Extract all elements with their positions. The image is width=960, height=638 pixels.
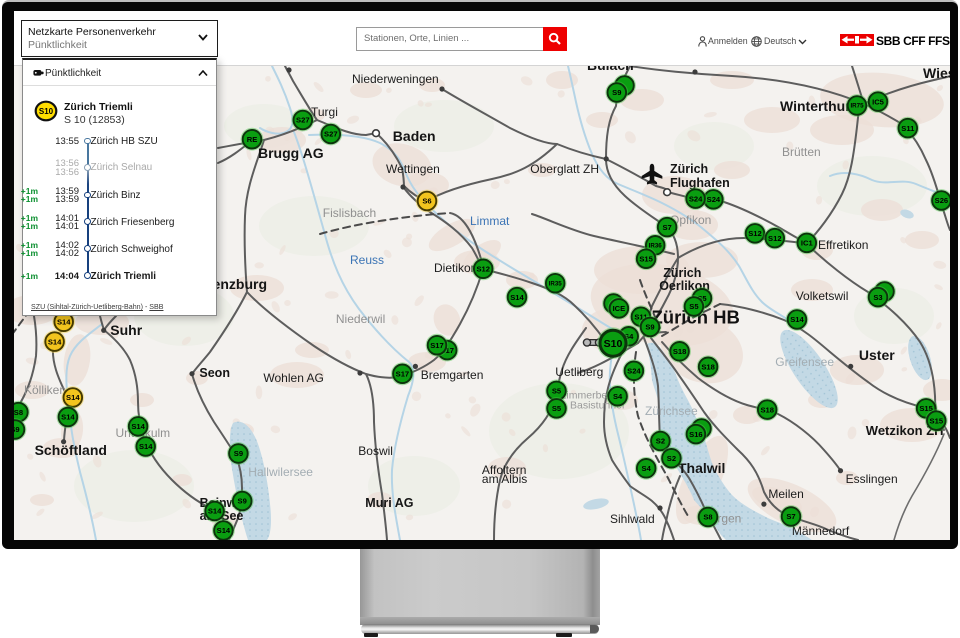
svg-text:S12: S12 [748, 229, 762, 238]
svg-text:S24: S24 [689, 194, 703, 203]
svg-text:Sihlwald: Sihlwald [610, 512, 655, 526]
svg-text:Esslingen: Esslingen [846, 472, 898, 486]
svg-text:Bremgarten: Bremgarten [421, 368, 484, 382]
svg-text:S9: S9 [234, 449, 243, 458]
svg-text:S15: S15 [639, 254, 653, 263]
svg-text:Uster: Uster [859, 347, 895, 363]
svg-text:Volketswil: Volketswil [796, 289, 849, 303]
svg-text:S9: S9 [238, 497, 247, 506]
svg-text:Muri AG: Muri AG [365, 496, 413, 510]
svg-text:Niederweningen: Niederweningen [352, 72, 439, 86]
svg-text:Suhr: Suhr [110, 322, 142, 338]
svg-text:Fislisbach: Fislisbach [323, 206, 376, 220]
svg-text:S24: S24 [627, 367, 641, 376]
svg-text:Wohlen AG: Wohlen AG [263, 371, 323, 385]
svg-text:Zürich: Zürich [663, 266, 701, 280]
svg-text:Reuss: Reuss [350, 253, 384, 267]
svg-text:IC5: IC5 [872, 97, 885, 106]
svg-text:Winterthur: Winterthur [780, 98, 851, 114]
svg-text:S7: S7 [662, 223, 671, 232]
svg-text:Zürich: Zürich [670, 162, 708, 176]
svg-text:IC1: IC1 [801, 239, 814, 248]
svg-text:S18: S18 [760, 405, 774, 414]
svg-text:S27: S27 [296, 116, 310, 125]
svg-text:Brütten: Brütten [782, 145, 821, 159]
svg-text:Seon: Seon [199, 366, 230, 380]
svg-text:S5: S5 [689, 302, 699, 311]
svg-text:Kölliken: Kölliken [24, 383, 66, 397]
svg-text:S14: S14 [66, 393, 80, 402]
svg-text:S4: S4 [613, 392, 623, 401]
svg-text:Bülach: Bülach [587, 66, 634, 73]
svg-text:Thalwil: Thalwil [678, 460, 725, 476]
svg-text:Flughafen: Flughafen [670, 176, 730, 190]
svg-text:Uetliberg: Uetliberg [555, 365, 603, 379]
svg-text:S2: S2 [667, 454, 676, 463]
svg-text:Limmat: Limmat [470, 214, 510, 228]
svg-text:Wettingen: Wettingen [386, 162, 440, 176]
svg-text:RE: RE [247, 135, 258, 144]
svg-text:Meilen: Meilen [768, 487, 803, 501]
svg-text:S5: S5 [552, 387, 562, 396]
svg-text:S2: S2 [656, 437, 665, 446]
svg-text:S14: S14 [790, 315, 804, 324]
svg-text:Brugg AG: Brugg AG [258, 145, 324, 161]
svg-text:S14: S14 [139, 442, 153, 451]
svg-text:S6: S6 [422, 197, 431, 206]
svg-text:S18: S18 [673, 347, 687, 356]
svg-text:am Albis: am Albis [482, 472, 527, 486]
svg-text:Niederwil: Niederwil [336, 312, 385, 326]
svg-text:S11: S11 [901, 124, 915, 133]
svg-text:S14: S14 [217, 526, 231, 535]
svg-text:ICE: ICE [613, 304, 626, 313]
svg-text:S17: S17 [430, 341, 444, 350]
svg-text:S27: S27 [324, 130, 338, 139]
svg-text:Effretikon: Effretikon [818, 238, 868, 252]
svg-text:S14: S14 [61, 413, 75, 422]
svg-text:Wiesendangen: Wiesendangen [923, 66, 950, 81]
svg-text:S17: S17 [396, 370, 410, 379]
svg-text:Schöftland: Schöftland [35, 442, 107, 458]
svg-text:S8: S8 [703, 513, 712, 522]
svg-text:S9: S9 [612, 88, 621, 97]
svg-text:Zürichsee: Zürichsee [645, 404, 698, 418]
svg-text:IR35: IR35 [549, 280, 563, 287]
svg-text:S14: S14 [131, 422, 145, 431]
svg-text:Boswil: Boswil [358, 444, 393, 458]
svg-text:S15: S15 [930, 416, 944, 425]
svg-text:S12: S12 [768, 234, 782, 243]
svg-text:Turgi: Turgi [311, 105, 338, 119]
svg-text:S7: S7 [786, 512, 795, 521]
svg-text:IR75: IR75 [850, 103, 864, 110]
svg-text:S9: S9 [645, 323, 654, 332]
svg-text:S16: S16 [689, 430, 703, 439]
svg-text:S14: S14 [510, 293, 524, 302]
svg-text:S12: S12 [476, 265, 490, 274]
svg-text:S10: S10 [39, 107, 54, 116]
svg-text:S24: S24 [707, 195, 721, 204]
svg-text:S10: S10 [604, 338, 623, 350]
svg-text:S9: S9 [14, 425, 20, 434]
svg-text:S14: S14 [208, 507, 222, 516]
svg-text:Hallwilersee: Hallwilersee [248, 465, 313, 479]
svg-text:Oberglatt ZH: Oberglatt ZH [530, 162, 599, 176]
svg-text:Männedorf: Männedorf [792, 524, 850, 538]
svg-text:Baden: Baden [393, 128, 436, 144]
svg-text:S14: S14 [57, 318, 71, 327]
svg-text:S3: S3 [873, 293, 882, 302]
svg-text:Dietikon: Dietikon [434, 261, 477, 275]
svg-text:S5: S5 [552, 404, 562, 413]
svg-text:Greifensee: Greifensee [775, 355, 834, 369]
svg-text:S8: S8 [14, 408, 23, 417]
svg-text:S18: S18 [701, 363, 715, 372]
svg-text:S26: S26 [935, 196, 949, 205]
svg-text:S4: S4 [642, 464, 652, 473]
svg-text:S14: S14 [48, 337, 62, 346]
